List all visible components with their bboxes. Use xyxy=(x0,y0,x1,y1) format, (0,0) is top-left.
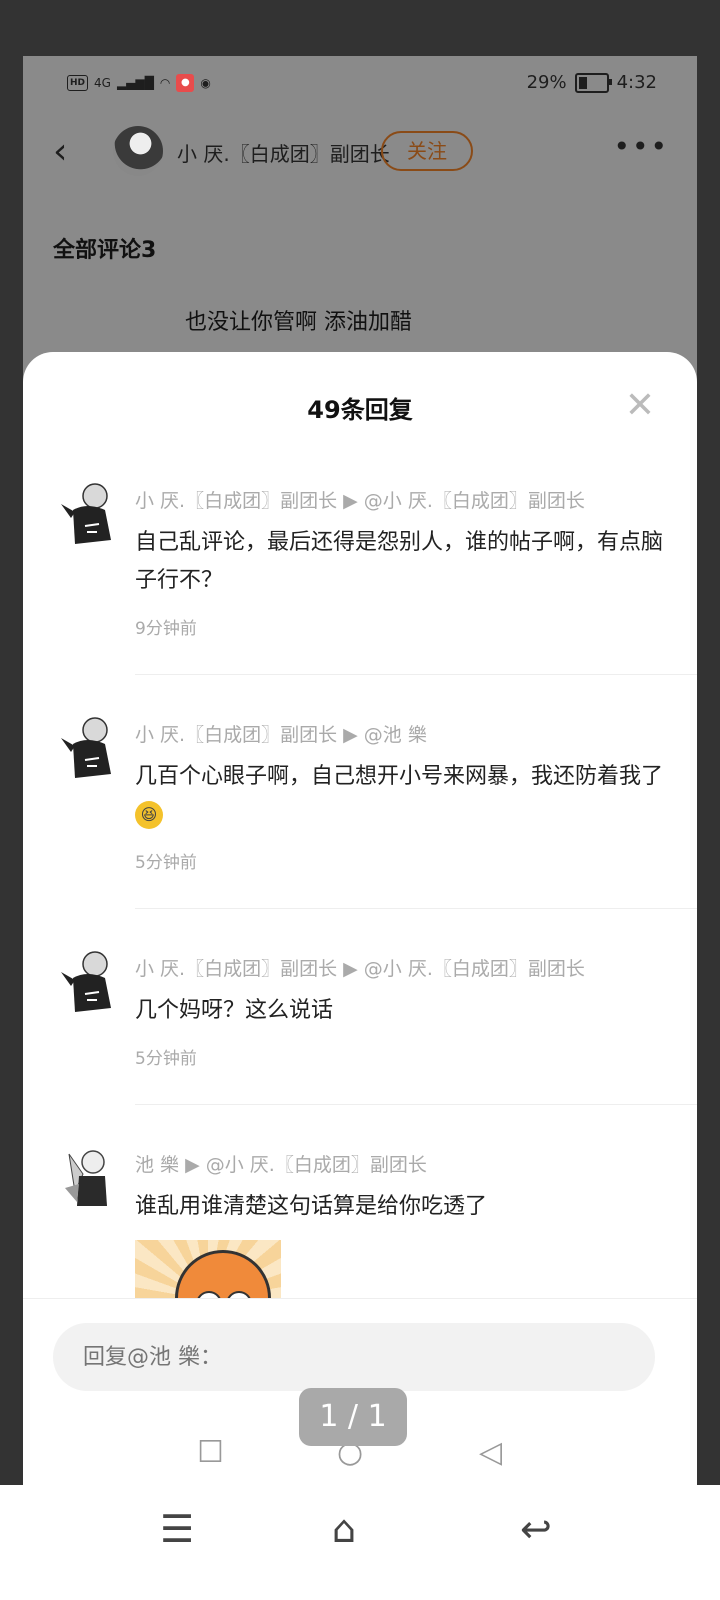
status-bar: HD 4G ▂▄▆█ ◠ ● ◉ 29% 4:32 xyxy=(23,56,697,112)
network-label: 4G xyxy=(94,76,111,90)
menu-icon[interactable]: ☰ xyxy=(160,1507,194,1551)
sheet-title: 49条回复 xyxy=(307,396,413,424)
phone-screen: HD 4G ▂▄▆█ ◠ ● ◉ 29% 4:32 ‹ 小 厌.〖白成团〗副团长… xyxy=(23,56,697,1516)
divider xyxy=(135,674,697,675)
comments-header: 全部评论3 xyxy=(53,238,157,263)
avatar[interactable] xyxy=(55,480,119,548)
app-notification-icon: ● xyxy=(176,74,195,92)
divider xyxy=(135,908,697,909)
sticker-image[interactable] xyxy=(135,1240,281,1300)
signal-icon: ▂▄▆█ xyxy=(116,76,154,90)
back-icon[interactable]: ‹ xyxy=(53,134,67,170)
reply-text: 几个妈呀？这么说话 xyxy=(135,998,334,1023)
reply-input[interactable] xyxy=(53,1323,655,1391)
home-outline-icon[interactable]: ⌂ xyxy=(332,1507,356,1551)
follow-button[interactable]: 关注 xyxy=(381,131,473,171)
avatar[interactable] xyxy=(55,1144,119,1212)
avatar[interactable] xyxy=(55,948,119,1016)
laughing-emoji-icon: 😆 xyxy=(135,801,163,829)
header-username[interactable]: 小 厌.〖白成团〗副团长 xyxy=(177,138,390,167)
system-navigation-bar: ☰ ⌂ ↩ xyxy=(0,1485,720,1600)
wechat-icon: ◉ xyxy=(200,76,211,90)
reply-header: 池 樂 ▶ @小 厌.〖白成团〗副团长 xyxy=(135,1154,427,1176)
reply-text: 几百个心眼子啊，自己想开小号来网暴，我还防着我了 😆 xyxy=(135,758,665,834)
reply-time: 9分钟前 xyxy=(135,619,197,639)
wifi-icon: ◠ xyxy=(159,76,171,90)
close-icon[interactable]: ✕ xyxy=(625,388,655,424)
reply-text: 谁乱用谁清楚这句话算是给你吃透了 xyxy=(135,1194,488,1219)
return-icon[interactable]: ↩ xyxy=(520,1507,552,1551)
reply-text: 自己乱评论，最后还得是怨别人，谁的帖子啊，有点脑子行不？ xyxy=(135,530,664,593)
divider xyxy=(135,1104,697,1105)
top-bar: ‹ 小 厌.〖白成团〗副团长 关注 ••• xyxy=(23,116,697,186)
battery-icon xyxy=(574,72,612,93)
more-icon[interactable]: ••• xyxy=(613,130,669,163)
hd-icon: HD xyxy=(67,75,89,91)
clock: 4:32 xyxy=(616,72,657,93)
back-triangle-icon[interactable]: ◁ xyxy=(479,1435,502,1470)
avatar[interactable] xyxy=(55,714,119,782)
recent-apps-icon[interactable]: ☐ xyxy=(197,1435,224,1470)
battery-percent: 29% xyxy=(526,72,567,93)
page-indicator: 1 / 1 xyxy=(299,1388,407,1446)
reply-header: 小 厌.〖白成团〗副团长 ▶ @小 厌.〖白成团〗副团长 xyxy=(135,958,585,980)
reply-header: 小 厌.〖白成团〗副团长 ▶ @池 樂 xyxy=(135,724,427,746)
background-comment: 也没让你管啊 添油加醋 xyxy=(185,310,412,335)
avatar[interactable] xyxy=(113,126,163,176)
replies-sheet: 49条回复 ✕ 小 厌.〖白成团〗副团长 ▶ @小 厌.〖白成团〗副团长 自己乱… xyxy=(23,352,697,1516)
reply-time: 5分钟前 xyxy=(135,853,197,873)
reply-time: 5分钟前 xyxy=(135,1049,197,1069)
reply-header: 小 厌.〖白成团〗副团长 ▶ @小 厌.〖白成团〗副团长 xyxy=(135,490,585,512)
